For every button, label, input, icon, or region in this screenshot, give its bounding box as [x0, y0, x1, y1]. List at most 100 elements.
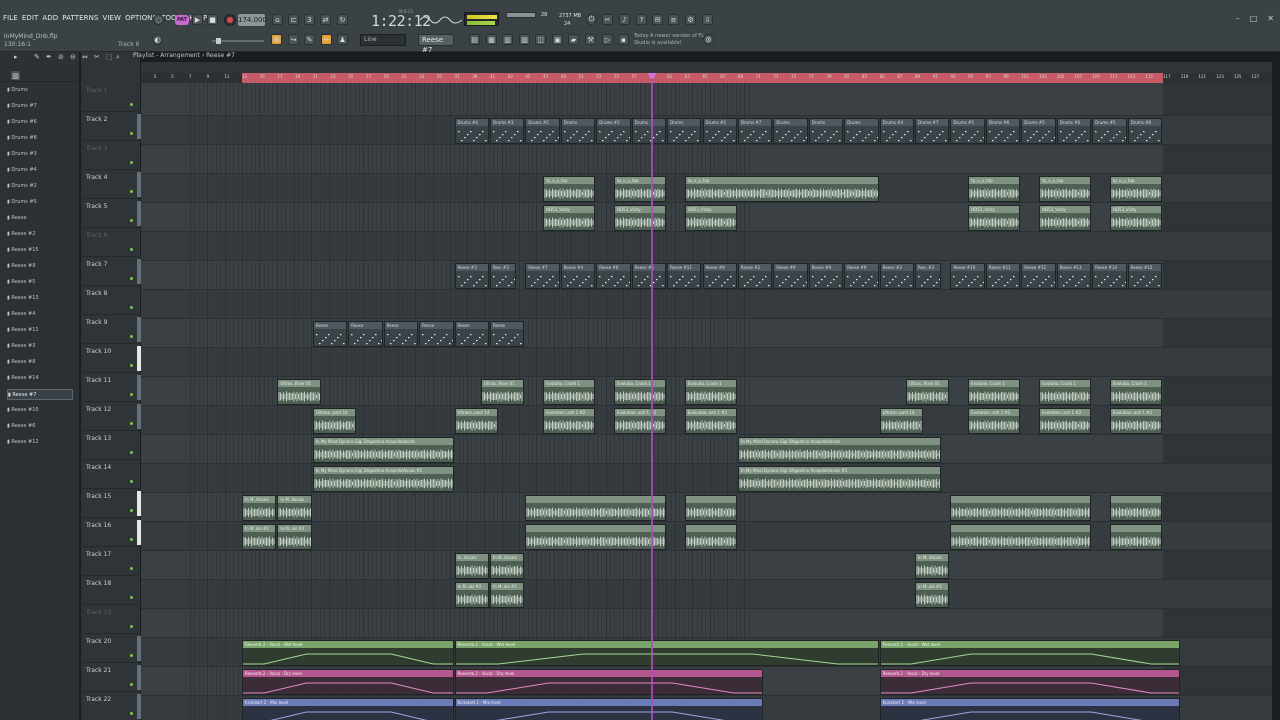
audio-clip[interactable] — [525, 524, 667, 550]
automation-clip[interactable]: Reeverb 2 - Vocal - Wet level — [879, 640, 1180, 666]
automation-clip[interactable]: Kickstart 2 - Mix level — [879, 698, 1180, 720]
audio-clip[interactable]: In..Vocals — [454, 553, 489, 579]
metronome-icon[interactable]: ⌂ — [272, 14, 283, 25]
pattern-clip[interactable]: Ree..#3 — [915, 263, 941, 289]
touch-keyboard-icon[interactable]: ▰ — [568, 34, 579, 45]
track-header[interactable]: Track 17 — [81, 547, 141, 576]
track-header[interactable]: Track 19 — [81, 605, 141, 634]
audio-clip[interactable]: In M..Vocals — [915, 553, 950, 579]
audio-clip[interactable]: HD53_Vicky — [968, 205, 1021, 231]
track-mute-led[interactable] — [130, 364, 133, 367]
pattern-clip[interactable]: Drums #8 — [1127, 118, 1162, 144]
online-icon[interactable]: ⏻ — [586, 14, 597, 25]
audio-clip[interactable] — [684, 495, 737, 521]
track-mute-led[interactable] — [130, 248, 133, 251]
audio-clip[interactable]: Evolutio..Crash 1 — [1039, 379, 1092, 405]
audio-clip[interactable] — [1109, 524, 1162, 550]
blend-notes-icon[interactable]: ⇄ — [320, 14, 331, 25]
plugin-database-icon[interactable]: ▣ — [552, 34, 563, 45]
stamp-icon[interactable]: ♟ — [337, 34, 348, 45]
wrench-icon[interactable]: ⚒ — [585, 34, 596, 45]
playhead[interactable] — [651, 73, 653, 720]
track-mute-led[interactable] — [130, 132, 133, 135]
pattern-clip[interactable]: Reese #13 — [1056, 263, 1092, 289]
track-mute-led[interactable] — [130, 567, 133, 570]
track-header[interactable]: Track 6 — [81, 228, 141, 257]
plugin-picker-icon[interactable]: ✂ — [602, 14, 613, 25]
paint-icon[interactable]: ✎ — [304, 34, 315, 45]
audio-clip[interactable]: Evolution..ash 1 #2 — [1109, 408, 1162, 434]
pattern-clip[interactable]: Reese — [383, 321, 419, 347]
select-mode-icon[interactable]: ⬚ — [106, 53, 113, 61]
audio-clip[interactable]: Evolution..ash 1 #2 — [613, 408, 667, 434]
track-header[interactable]: Track 18 — [81, 576, 141, 605]
track-header[interactable]: Track 8 — [81, 286, 141, 315]
track-mute-led[interactable] — [130, 335, 133, 338]
audio-clip[interactable]: Evolutio..Crash 1 — [1109, 379, 1162, 405]
track-header[interactable]: Track 9 — [81, 315, 141, 344]
pattern-clip[interactable]: Drums #2 — [525, 118, 560, 144]
audio-clip[interactable]: In M..als #2 — [489, 582, 525, 608]
pattern-clip[interactable]: Reese #9 — [844, 263, 879, 289]
pattern-clip[interactable]: Reese #6 — [596, 263, 631, 289]
pattern-clip[interactable]: Reese #5 — [631, 263, 667, 289]
audio-clip[interactable]: In My Mind Dynoro Gigi DAgostino Acapell… — [737, 466, 941, 492]
picker-item[interactable]: ▮ Reese #12 — [7, 437, 73, 448]
picker-item[interactable]: ▮ Drums #2 — [7, 181, 73, 192]
track-mute-led[interactable] — [130, 306, 133, 309]
playlist-menu-icon[interactable]: ▸ — [14, 53, 18, 61]
slice-mode-icon[interactable]: ✂ — [94, 53, 100, 61]
picker-item[interactable]: ▮ Drums — [7, 85, 73, 96]
track-mute-led[interactable] — [130, 538, 133, 541]
mixer-view-icon[interactable]: ▧ — [519, 34, 530, 45]
picker-item[interactable]: ▮ Reese #15 — [7, 245, 73, 256]
audio-clip[interactable]: Evolutio..Crash 1 — [968, 379, 1021, 405]
audio-clip[interactable]: tp_u_y_top — [684, 176, 879, 202]
pattern-clip[interactable]: Drums #5 — [1021, 118, 1056, 144]
picker-item[interactable]: ▮ Reese #6 — [7, 421, 73, 432]
tempo-display[interactable]: 174.000 — [238, 14, 267, 26]
pattern-song-toggle[interactable]: PAT — [175, 15, 189, 25]
pattern-clip[interactable]: Drums #2 — [702, 118, 737, 144]
pattern-clip[interactable]: Reese #15 — [1127, 263, 1162, 289]
track-header[interactable]: Track 22 — [81, 692, 141, 720]
audio-clip[interactable] — [1109, 495, 1162, 521]
track-mute-led[interactable] — [130, 451, 133, 454]
track-header[interactable]: Track 5 — [81, 199, 141, 228]
picker-item[interactable]: ▮ Reese #2 — [7, 229, 73, 240]
track-mute-led[interactable] — [130, 596, 133, 599]
pattern-clip[interactable]: Drums — [844, 118, 879, 144]
track-mute-led[interactable] — [130, 712, 133, 715]
mute-mode-icon[interactable]: ⊖ — [70, 53, 76, 61]
master-volume-knob[interactable]: ◐ — [152, 34, 163, 45]
loop-record-icon[interactable]: ↻ — [337, 14, 348, 25]
snap-icon[interactable]: ⊞ — [271, 34, 282, 45]
track-mute-led[interactable] — [130, 654, 133, 657]
slip-mode-icon[interactable]: ⇔ — [82, 53, 88, 61]
stop-button[interactable]: ■ — [207, 14, 218, 25]
pattern-clip[interactable]: Reese #8 — [702, 263, 737, 289]
audio-clip[interactable]: HD53_Vicky — [684, 205, 737, 231]
picker-item[interactable]: ▮ Reese #10 — [7, 405, 73, 416]
menu-patterns[interactable]: PATTERNS — [62, 14, 98, 22]
pattern-clip[interactable]: Drums — [773, 118, 808, 144]
track-header[interactable]: Track 10 — [81, 344, 141, 373]
track-header[interactable]: Track 21 — [81, 663, 141, 692]
track-mute-led[interactable] — [130, 277, 133, 280]
track-mute-led[interactable] — [130, 480, 133, 483]
track-header[interactable]: Track 7 — [81, 257, 141, 286]
track-header[interactable]: Track 3 — [81, 141, 141, 170]
pattern-clip[interactable]: Drums #5 — [950, 118, 985, 144]
pattern-clip[interactable]: Reese #2 — [737, 263, 773, 289]
chat-icon[interactable]: ✉ — [652, 14, 663, 25]
pattern-clip[interactable]: Reese — [312, 321, 348, 347]
pattern-clip[interactable]: Reese #4 — [560, 263, 596, 289]
pattern-clip[interactable]: Drums — [631, 118, 667, 144]
pattern-clip[interactable]: Reese #11 — [985, 263, 1021, 289]
track-header[interactable]: Track 2 — [81, 112, 141, 141]
audio-clip[interactable] — [525, 495, 667, 521]
slide-icon[interactable]: ↪ — [288, 34, 299, 45]
automation-clip[interactable]: Reeverb 2 - Vocal - Wet level — [454, 640, 879, 666]
picker-item[interactable]: ▮ Reese #8 — [7, 357, 73, 368]
picker-item[interactable]: ▮ Reese #9 — [7, 261, 73, 272]
